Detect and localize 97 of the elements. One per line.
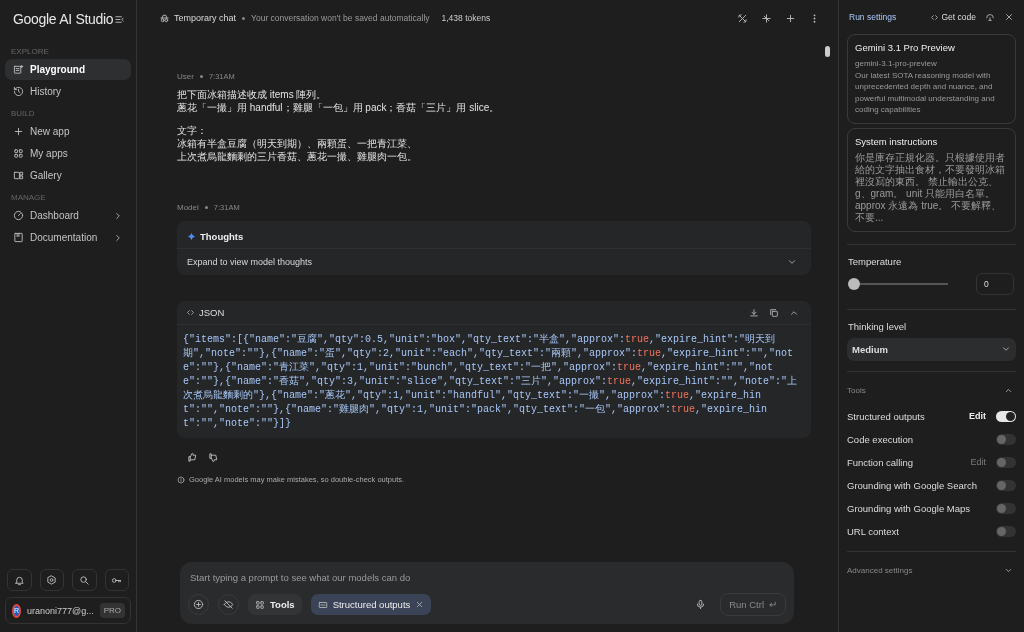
expand-thoughts-row[interactable]: Expand to view model thoughts [177,248,811,275]
system-instructions-card[interactable]: System instructions 你是庫存正規化器。只根據使用者給的文字抽出食材，不要發明冰箱裡沒寫的東西。 禁止輸出公克、g、gram。 unit 只能用白名單。 approx 永遠為 true。 不要解釋、不要... [847,127,1016,232]
toggle-switch[interactable] [996,433,1016,445]
sidebar-item[interactable]: History [5,81,131,102]
tool-label: Function calling [847,456,913,468]
section-label: EXPLORE [10,46,50,58]
thumbs-down-icon[interactable] [208,452,219,463]
sidebar-item[interactable]: New app [5,121,131,142]
code-icon [929,12,939,22]
document-icon [13,64,24,75]
sidebar-item[interactable]: Gallery [5,165,131,186]
sparkle-icon[interactable] [761,12,772,24]
settings-icon [46,574,58,586]
model-description: Our latest SOTA reasoning model with unprecedented depth and nuance, and powerful multimodal understanding and coding capabilities [855,69,996,116]
sparkle-icon [187,232,196,241]
scrollbar-thumb[interactable] [825,46,830,57]
code-icon [186,308,195,317]
thumbs-up-icon[interactable] [187,452,198,463]
download-icon[interactable] [749,307,759,318]
schema-icon [317,599,328,610]
compare-icon[interactable] [737,12,748,24]
panel-title: Run settings [849,12,897,22]
plus-icon [13,126,24,137]
icon-button[interactable] [39,569,64,591]
token-count: 1,438 tokens [441,13,491,23]
code-text: {"items":[{"name":"豆腐","qty":0.5,"unit":"box","qty_text":"半盒","approx":true,"expire_hint":"明天到期","note":""},{"name":"蛋","qty":2,"unit":"each","qty_text":"兩顆","approx":true,"expire_hint":"","note":""},{"name":"青江菜","qty":1,"unit":"bunch","qty_text":"一把","approx":true,"expire_hint":"","note":""},{"name":"香菇","qty":3,"unit":"slice","qty_text":"三片","approx":true,"expire_hint":"","note":"上次煮烏龍麵剩的"},{"name":"蔥花","qty":1,"unit":"handful","qty_text":"一撮","approx":true,"expire_hint":"","note":""},{"name":"雞腿肉","qty":1,"unit":"pack","qty_text":"一包","approx":true,"expire_hint":"","note":""}]} [183,333,799,431]
close-icon[interactable] [415,600,425,609]
bell-icon [13,574,25,586]
message-text: 把下面冰箱描述收成 items 陣列。 [177,88,328,101]
gauge-icon [13,210,24,221]
plan-badge: PRO [99,603,126,618]
code-language: JSON [199,307,225,318]
toggle-switch[interactable] [996,502,1016,514]
model-id: gemini-3.1-pro-preview [855,58,938,70]
setting-label: Thinking level [847,319,908,334]
plus-icon[interactable] [785,12,796,24]
tool-label: Grounding with Google Search [847,479,977,491]
sidebar-item[interactable]: Documentation [5,227,131,248]
instructions-text: 你是庫存正規化器。只根據使用者給的文字抽出食材，不要發明冰箱裡沒寫的東西。 禁止輸出公克、g、gram。 unit 只能用白名單。 approx 永遠為 true。 不要解釋、不要... [855,151,1006,224]
tools-button[interactable]: Tools [248,594,302,615]
icon-button[interactable] [72,569,97,591]
temperature-field[interactable]: 0 [976,272,1014,295]
reset-icon[interactable] [985,12,995,22]
tool-label: Grounding with Google Maps [847,502,971,514]
eye-off-icon [223,599,234,610]
toggle-switch[interactable] [996,525,1016,537]
edit-link[interactable]: Edit [969,411,986,421]
model-card[interactable]: Gemini 3.1 Pro Preview gemini-3.1-pro-preview Our latest SOTA reasoning model with unprecedented depth and nuance, and powerful multimodal understanding and coding capabilities [847,34,1016,124]
search-icon [78,574,90,586]
structured-outputs-chip[interactable]: Structured outputs [310,594,432,615]
toggle-switch[interactable] [996,410,1016,422]
card-title: System instructions [855,135,939,147]
tool-label: URL context [847,525,899,537]
chat-note: Your conversation won't be saved automatically [251,13,430,23]
tools-section-header[interactable]: Tools [847,379,1016,405]
book-icon [13,232,24,243]
info-icon [177,475,185,484]
slider-thumb[interactable] [848,277,860,290]
chat-title: Temporary chat [174,13,237,23]
collapse-icon[interactable] [114,13,125,25]
setting-label: Temperature [847,254,903,269]
message-text: 文字： [177,124,208,137]
message-role: Model [177,203,199,212]
icon-button[interactable] [7,569,32,591]
tool-label: Structured outputs [847,410,925,422]
copy-icon[interactable] [769,307,779,318]
model-name: Gemini 3.1 Pro Preview [855,42,956,53]
sidebar-item[interactable]: Dashboard [5,205,131,226]
account-email: uranoni777@g... [27,605,94,616]
plus-circle-icon [193,599,204,610]
history-icon [13,86,24,97]
prompt-field[interactable]: Start typing a prompt to see what our models can do Tools Structured outputs Run Ctrl ↵ [180,562,794,624]
message-role: User [177,72,194,81]
section-label: BUILD [10,108,36,120]
toggle-switch[interactable] [996,456,1016,468]
incognito-icon [159,12,170,24]
section-label: MANAGE [10,192,47,204]
grid-icon [13,148,24,159]
sidebar-item[interactable]: Playground [5,59,131,80]
app-logo: Google AI Studio [13,11,114,27]
toggle-switch[interactable] [996,479,1016,491]
sidebar-item[interactable]: My apps [5,143,131,164]
grid-icon [255,599,265,610]
chevron-down-icon [787,257,797,267]
message-text: 上次煮烏龍麵剩的三片香菇、蔥花一撮、雞腿肉一包。 [177,150,418,163]
chevron-down-icon [1001,344,1011,354]
thoughts-title: Thoughts [200,231,244,242]
message-text: 冰箱有半盒豆腐（明天到期）、兩顆蛋、一把青江菜、 [177,137,418,150]
message-text: 蔥花「一撮」用 handful；雞腿「一包」用 pack；香菇「三片」用 slice。 [177,101,501,114]
get-code-button[interactable]: Get code [929,12,976,22]
thinking-level-dropdown[interactable]: Medium [847,337,1016,361]
tool-label: Code execution [847,433,914,445]
microphone-icon [695,599,707,610]
close-icon[interactable] [1004,12,1014,22]
advanced-settings-header[interactable]: Advanced settings [847,559,1016,585]
icon-button[interactable] [104,569,129,591]
gallery-icon [13,170,24,181]
